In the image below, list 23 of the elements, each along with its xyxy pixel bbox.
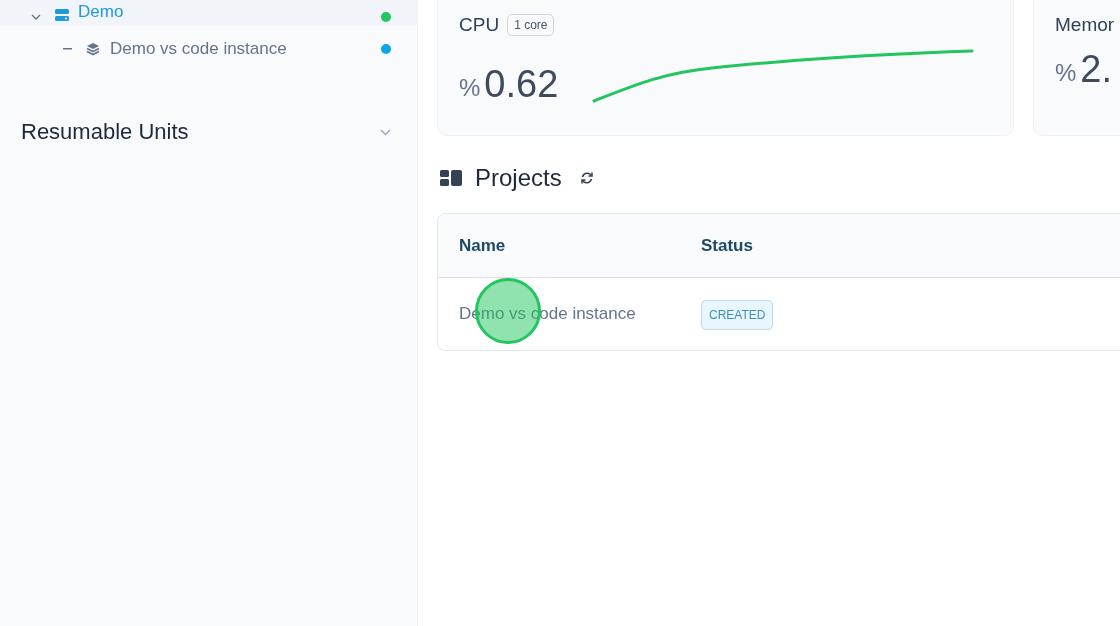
tree-item-label: Demo vs code instance xyxy=(110,39,288,59)
metric-value: 0.62 xyxy=(484,63,559,106)
chevron-down-icon xyxy=(380,128,391,136)
dash-icon xyxy=(63,48,72,50)
column-header: Status xyxy=(701,235,753,256)
chevron-down-icon xyxy=(31,12,41,22)
layers-icon xyxy=(86,42,102,56)
tree-item[interactable]: Demo xyxy=(0,0,417,26)
refresh-icon xyxy=(579,171,594,185)
metric-unit: % xyxy=(1055,59,1077,87)
metric-unit: % xyxy=(459,74,481,102)
server-icon xyxy=(54,8,70,22)
section-title: Projects xyxy=(475,164,562,192)
tree-item[interactable]: Demo vs code instance xyxy=(0,26,417,72)
status-tag: CREATED xyxy=(701,300,774,330)
grid-icon xyxy=(440,170,462,186)
column-header: Name xyxy=(459,235,506,256)
section-title[interactable]: Resumable Units xyxy=(21,119,189,145)
metric-value: 2. xyxy=(1080,48,1113,91)
tree-item-label: Demo xyxy=(78,2,125,22)
metric-title: Memor xyxy=(1055,14,1115,36)
metric-title: CPU xyxy=(459,14,500,36)
metric-badge: 1 core xyxy=(507,14,555,36)
